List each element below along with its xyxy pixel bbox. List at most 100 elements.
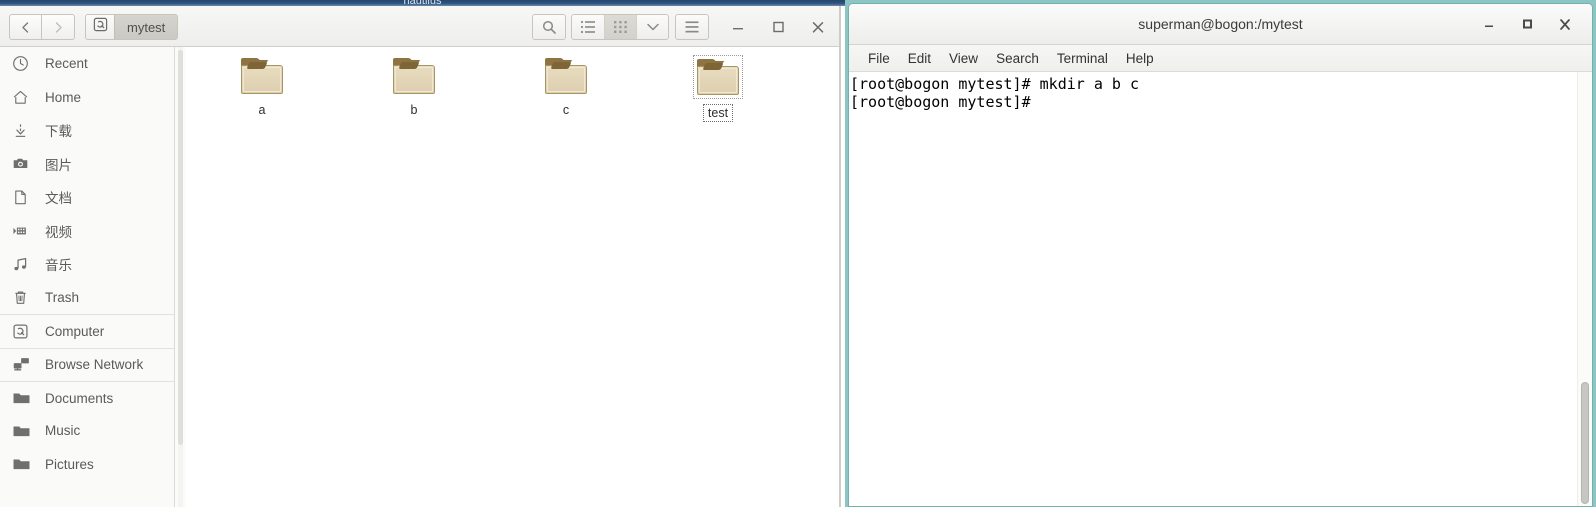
folder-icon xyxy=(390,55,438,97)
forward-button[interactable] xyxy=(42,14,75,40)
sidebar-item-5[interactable]: 视频 xyxy=(0,214,174,247)
sidebar-item-label: 图片 xyxy=(45,157,72,173)
breadcrumb-current-label: mytest xyxy=(127,19,166,35)
terminal-menu-item[interactable]: Terminal xyxy=(1048,51,1117,66)
sidebar-item-3[interactable]: 图片 xyxy=(0,147,174,180)
close-icon xyxy=(811,21,825,34)
file-manager-window-buttons xyxy=(718,15,838,39)
back-button[interactable] xyxy=(9,14,42,40)
close-button[interactable] xyxy=(798,15,838,39)
breadcrumb-current-button[interactable]: mytest xyxy=(114,15,178,39)
search-button[interactable] xyxy=(533,15,565,39)
file-manager-right-edge xyxy=(839,6,841,507)
app-menu-button[interactable] xyxy=(676,15,708,39)
file-item[interactable]: c xyxy=(490,55,642,122)
hamburger-menu-icon xyxy=(684,20,700,34)
list-view-icon xyxy=(580,20,596,34)
sidebar-scrollbar-thumb[interactable] xyxy=(178,50,183,445)
sidebar-item-0[interactable]: Recent xyxy=(0,47,174,80)
file-manager-window: mytest Recent Home 下载 图片 文档 视频 音乐 Trash … xyxy=(0,6,841,507)
search-toolgroup xyxy=(532,14,566,40)
sidebar-item-8[interactable]: Computer xyxy=(0,314,174,347)
file-manager-toolbar: mytest xyxy=(0,6,841,47)
list-view-button[interactable] xyxy=(572,15,604,39)
sidebar-item-label: Trash xyxy=(45,289,80,305)
terminal-minimize-button[interactable] xyxy=(1470,12,1508,36)
sidebar-item-11[interactable]: Music xyxy=(0,414,174,447)
file-item-label: test xyxy=(702,104,734,122)
terminal-menu-item[interactable]: View xyxy=(940,51,987,66)
terminal-window-buttons xyxy=(1470,12,1584,36)
search-icon xyxy=(541,19,557,35)
folder-icon xyxy=(12,423,36,439)
terminal-scrollbar-thumb[interactable] xyxy=(1581,382,1589,504)
maximize-icon xyxy=(1520,18,1534,30)
breadcrumb: mytest xyxy=(85,14,179,40)
terminal-menu-item[interactable]: Help xyxy=(1117,51,1163,66)
navigation-buttons xyxy=(9,14,75,40)
minimize-icon xyxy=(1482,18,1496,30)
terminal-menubar: File Edit View Search Terminal Help xyxy=(849,45,1592,72)
folder-icon xyxy=(238,55,286,97)
minimize-button[interactable] xyxy=(718,15,758,39)
video-icon xyxy=(12,223,36,239)
breadcrumb-root-button[interactable] xyxy=(86,15,114,39)
sidebar-item-label: 文档 xyxy=(45,191,72,207)
clock-icon xyxy=(12,55,36,72)
home-icon xyxy=(12,89,36,106)
close-icon xyxy=(1558,18,1572,31)
sidebar-item-label: 音乐 xyxy=(45,258,72,274)
terminal-frame: superman@bogon:/mytest File Edit View Se… xyxy=(848,3,1593,507)
network-icon xyxy=(12,356,36,373)
file-manager-sidebar: Recent Home 下载图片文档视频音乐 Trash Computer Browse … xyxy=(0,47,175,507)
chevron-down-icon xyxy=(645,21,661,33)
sidebar-item-label: 视频 xyxy=(45,224,72,240)
maximize-icon xyxy=(771,21,785,33)
file-item-label: c xyxy=(562,103,570,117)
sidebar-item-6[interactable]: 音乐 xyxy=(0,247,174,280)
view-toolgroup xyxy=(571,14,669,40)
terminal-scrollbar[interactable] xyxy=(1577,72,1592,506)
music-icon xyxy=(12,256,36,273)
sidebar-item-2[interactable]: 下载 xyxy=(0,114,174,147)
folder-icon xyxy=(12,456,36,472)
trash-icon xyxy=(12,289,36,306)
terminal-window: superman@bogon:/mytest File Edit View Se… xyxy=(845,0,1596,507)
terminal-close-button[interactable] xyxy=(1546,12,1584,36)
computer-icon xyxy=(12,323,36,340)
file-item[interactable]: b xyxy=(338,55,490,122)
terminal-menu-item[interactable]: Edit xyxy=(899,51,940,66)
terminal-output-area[interactable]: [root@bogon mytest]# mkdir a b c [root@b… xyxy=(849,72,1592,506)
download-icon xyxy=(12,122,36,139)
sidebar-item-1[interactable]: Home xyxy=(0,80,174,113)
file-item-label: b xyxy=(410,103,418,117)
sidebar-item-label: Documents xyxy=(45,390,114,406)
terminal-menu-item[interactable]: Search xyxy=(987,51,1048,66)
view-options-button[interactable] xyxy=(636,15,668,39)
terminal-menu-item[interactable]: File xyxy=(859,51,899,66)
sidebar-item-4[interactable]: 文档 xyxy=(0,181,174,214)
document-icon xyxy=(12,189,36,206)
file-item[interactable]: a xyxy=(186,55,338,122)
file-item[interactable]: test xyxy=(642,55,794,122)
grid-view-button[interactable] xyxy=(604,15,636,39)
sidebar-item-label: 下载 xyxy=(45,124,72,140)
sidebar-item-12[interactable]: Pictures xyxy=(0,448,174,481)
grid-view-icon xyxy=(613,20,628,34)
file-list-area[interactable]: a b c test xyxy=(186,47,841,507)
menu-toolgroup xyxy=(675,14,709,40)
sidebar-item-9[interactable]: Browse Network xyxy=(0,347,174,381)
file-grid: a b c test xyxy=(186,55,794,122)
sidebar-item-10[interactable]: Documents xyxy=(0,380,174,414)
terminal-maximize-button[interactable] xyxy=(1508,12,1546,36)
minimize-icon xyxy=(731,21,745,33)
sidebar-item-label: Pictures xyxy=(45,456,94,472)
sidebar-item-7[interactable]: Trash xyxy=(0,281,174,314)
terminal-text: [root@bogon mytest]# mkdir a b c [root@b… xyxy=(850,75,1139,111)
sidebar-item-label: Computer xyxy=(45,323,105,339)
sidebar-item-label: Home xyxy=(45,89,82,105)
maximize-button[interactable] xyxy=(758,15,798,39)
folder-icon xyxy=(693,55,743,99)
sidebar-scrollbar[interactable] xyxy=(176,47,185,507)
terminal-titlebar[interactable]: superman@bogon:/mytest xyxy=(849,4,1592,45)
